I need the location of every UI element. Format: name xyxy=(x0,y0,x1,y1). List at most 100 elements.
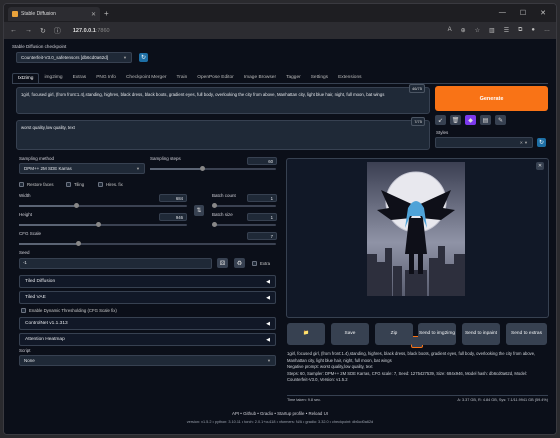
height-slider[interactable] xyxy=(19,222,187,227)
generation-info: 1girl, focused girl, (from front:1.4),st… xyxy=(287,351,548,384)
batch-count-slider[interactable] xyxy=(212,203,276,208)
generate-button[interactable]: Generate xyxy=(435,86,548,111)
chevron-down-icon: ▼ xyxy=(267,358,271,363)
extra-seed-checkbox[interactable]: Extra xyxy=(252,261,270,266)
prompt-token-counter: 46/75 xyxy=(408,84,425,94)
browser-window: Stable Diffusion ✕ + — ☐ ✕ ← → ↻ ⓘ 127.0… xyxy=(3,3,557,435)
collections-icon[interactable]: ⧉ xyxy=(518,27,522,34)
info-prompt: 1girl, focused girl, (from front:1.4),st… xyxy=(287,351,536,363)
send-to-extras-button[interactable]: Send to extras xyxy=(506,323,547,345)
paste-icon[interactable]: ↙ xyxy=(435,115,446,125)
webui-page: Stable Diffusion checkpoint Counterfeit-… xyxy=(4,39,556,434)
new-tab-icon[interactable]: + xyxy=(104,9,109,18)
height-label: Height xyxy=(19,212,33,217)
cfg-scale-slider[interactable] xyxy=(19,241,276,246)
batch-size-input[interactable]: 1 xyxy=(247,213,277,221)
perf-stats: Time taken: 9.8 sec. A: 3.37 GB, R: 4.84… xyxy=(287,395,548,402)
generated-image[interactable] xyxy=(367,162,465,296)
time-taken: Time taken: 9.8 sec. xyxy=(287,398,322,402)
close-window-icon[interactable]: ✕ xyxy=(540,9,546,17)
info-icon[interactable]: ⓘ xyxy=(54,26,61,36)
height-input[interactable]: 946 xyxy=(159,213,187,221)
maximize-icon[interactable]: ☐ xyxy=(520,9,526,17)
cfg-scale-input[interactable]: 7 xyxy=(247,232,277,240)
send-to-inpaint-button[interactable]: Send to inpaint xyxy=(462,323,500,345)
zoom-icon[interactable]: ⊕ xyxy=(461,27,466,34)
style-icon[interactable]: ✎ xyxy=(495,115,506,125)
sampling-steps-input[interactable]: 60 xyxy=(247,157,277,165)
sampling-steps-label: Sampling steps xyxy=(150,156,181,161)
collapse-arrow-icon: ◀ xyxy=(266,278,270,285)
batch-count-input[interactable]: 1 xyxy=(247,194,277,202)
reuse-seed-recycle-icon[interactable]: ♻ xyxy=(234,258,245,268)
batch-size-slider[interactable] xyxy=(212,222,276,227)
refresh-checkpoint-button[interactable]: ↻ xyxy=(139,53,148,62)
collapse-arrow-icon: ◀ xyxy=(266,320,270,327)
favorite-icon[interactable]: ☆ xyxy=(475,27,480,34)
collapse-arrow-icon: ◀ xyxy=(266,336,270,343)
forward-icon[interactable]: → xyxy=(25,27,32,34)
styles-label: Styles xyxy=(436,130,449,135)
more-icon[interactable]: … xyxy=(544,27,550,34)
favicon-icon xyxy=(12,11,18,17)
seed-label: Seed xyxy=(19,250,30,255)
output-gallery: ✕ xyxy=(286,158,549,348)
negative-prompt-input[interactable]: worst quality,low quality, text 7/75 xyxy=(16,117,430,150)
folder-icon: 📁 xyxy=(303,331,309,337)
checkpoint-select[interactable]: Counterfeit-V3.0_safetensors [db6cd0a62d… xyxy=(16,52,132,63)
clipboard-icon[interactable]: ▤ xyxy=(480,115,491,125)
dynamic-thresholding-checkbox[interactable]: Enable Dynamic Thresholding (CFG Scale f… xyxy=(21,308,117,313)
tab-title: Stable Diffusion xyxy=(21,11,56,17)
read-aloud-icon[interactable]: A xyxy=(448,27,452,34)
footer-links[interactable]: API • Github • Gradio • Startup profile … xyxy=(4,411,556,416)
title-bar: Stable Diffusion ✕ + — ☐ ✕ xyxy=(4,4,556,22)
attention-heatmap-accordion[interactable]: Attention Heatmap ◀ xyxy=(19,333,276,346)
styles-select[interactable]: ✕ ▼ xyxy=(435,137,533,148)
swap-dimensions-button[interactable]: ⇅ xyxy=(194,205,204,216)
profile-icon[interactable]: ● xyxy=(531,27,535,34)
sampling-method-label: Sampling method xyxy=(19,156,55,161)
tiling-checkbox[interactable]: Tiling xyxy=(66,182,84,187)
tab-divider xyxy=(12,83,548,84)
minimize-icon[interactable]: — xyxy=(499,9,506,17)
cfg-scale-label: CFG Scale xyxy=(19,231,42,236)
split-icon[interactable]: ▥ xyxy=(489,27,495,34)
trash-icon[interactable]: 🗑 xyxy=(450,115,461,125)
script-select[interactable]: None ▼ xyxy=(19,355,276,366)
collapse-arrow-icon: ◀ xyxy=(266,294,270,301)
browser-tab[interactable]: Stable Diffusion ✕ xyxy=(8,7,100,21)
close-preview-icon[interactable]: ✕ xyxy=(536,162,544,170)
width-slider[interactable] xyxy=(19,203,187,208)
back-icon[interactable]: ← xyxy=(10,27,17,34)
restore-faces-checkbox[interactable]: Restore faces xyxy=(19,182,54,187)
zip-button[interactable]: Zip xyxy=(375,323,413,345)
footer-versions: version: v1.5.2 • python: 3.10.11 • torc… xyxy=(186,420,374,424)
width-input[interactable]: 684 xyxy=(159,194,187,202)
width-label: Width xyxy=(19,193,31,198)
batch-count-label: Batch count xyxy=(212,193,236,198)
sampling-method-select[interactable]: DPM++ 2M SDE Karras ▼ xyxy=(19,163,145,174)
script-label: Script xyxy=(19,348,31,353)
extra-networks-icon[interactable]: ◆ xyxy=(465,115,476,125)
refresh-styles-button[interactable]: ↻ xyxy=(537,138,546,147)
seed-input[interactable]: -1 xyxy=(19,258,212,269)
address-bar: ← → ↻ ⓘ 127.0.0.1:7860 A ⊕ ☆ ▥ ☰ ⧉ ● … xyxy=(4,22,556,39)
prompt-input[interactable]: 1girl, focused girl, (from front:1.4),st… xyxy=(16,84,430,114)
url-field[interactable]: 127.0.0.1:7860 xyxy=(73,28,110,34)
random-seed-dice-icon[interactable]: ⚄ xyxy=(217,258,228,268)
vram-usage: A: 3.37 GB, R: 4.84 GB, Sys: 7.1/11.9941… xyxy=(457,398,548,402)
open-folder-button[interactable]: 📁 xyxy=(287,323,325,345)
favorites-list-icon[interactable]: ☰ xyxy=(504,27,509,34)
hires-fix-checkbox[interactable]: Hires. fix xyxy=(98,182,123,187)
checkpoint-label: Stable Diffusion checkpoint xyxy=(12,44,67,49)
controlnet-accordion[interactable]: ControlNet v1.1.313 ◀ xyxy=(19,317,276,330)
tiled-vae-accordion[interactable]: Tiled VAE ◀ xyxy=(19,291,276,304)
chevron-down-icon: ▼ xyxy=(123,55,127,60)
tiled-diffusion-accordion[interactable]: Tiled Diffusion ◀ xyxy=(19,275,276,288)
sampling-steps-slider[interactable] xyxy=(150,166,276,171)
reload-icon[interactable]: ↻ xyxy=(40,27,46,35)
save-button[interactable]: Save xyxy=(331,323,369,345)
send-to-img2img-button[interactable]: Send to img2img xyxy=(418,323,456,345)
negative-token-counter: 7/75 xyxy=(411,117,425,127)
close-tab-icon[interactable]: ✕ xyxy=(91,11,96,18)
